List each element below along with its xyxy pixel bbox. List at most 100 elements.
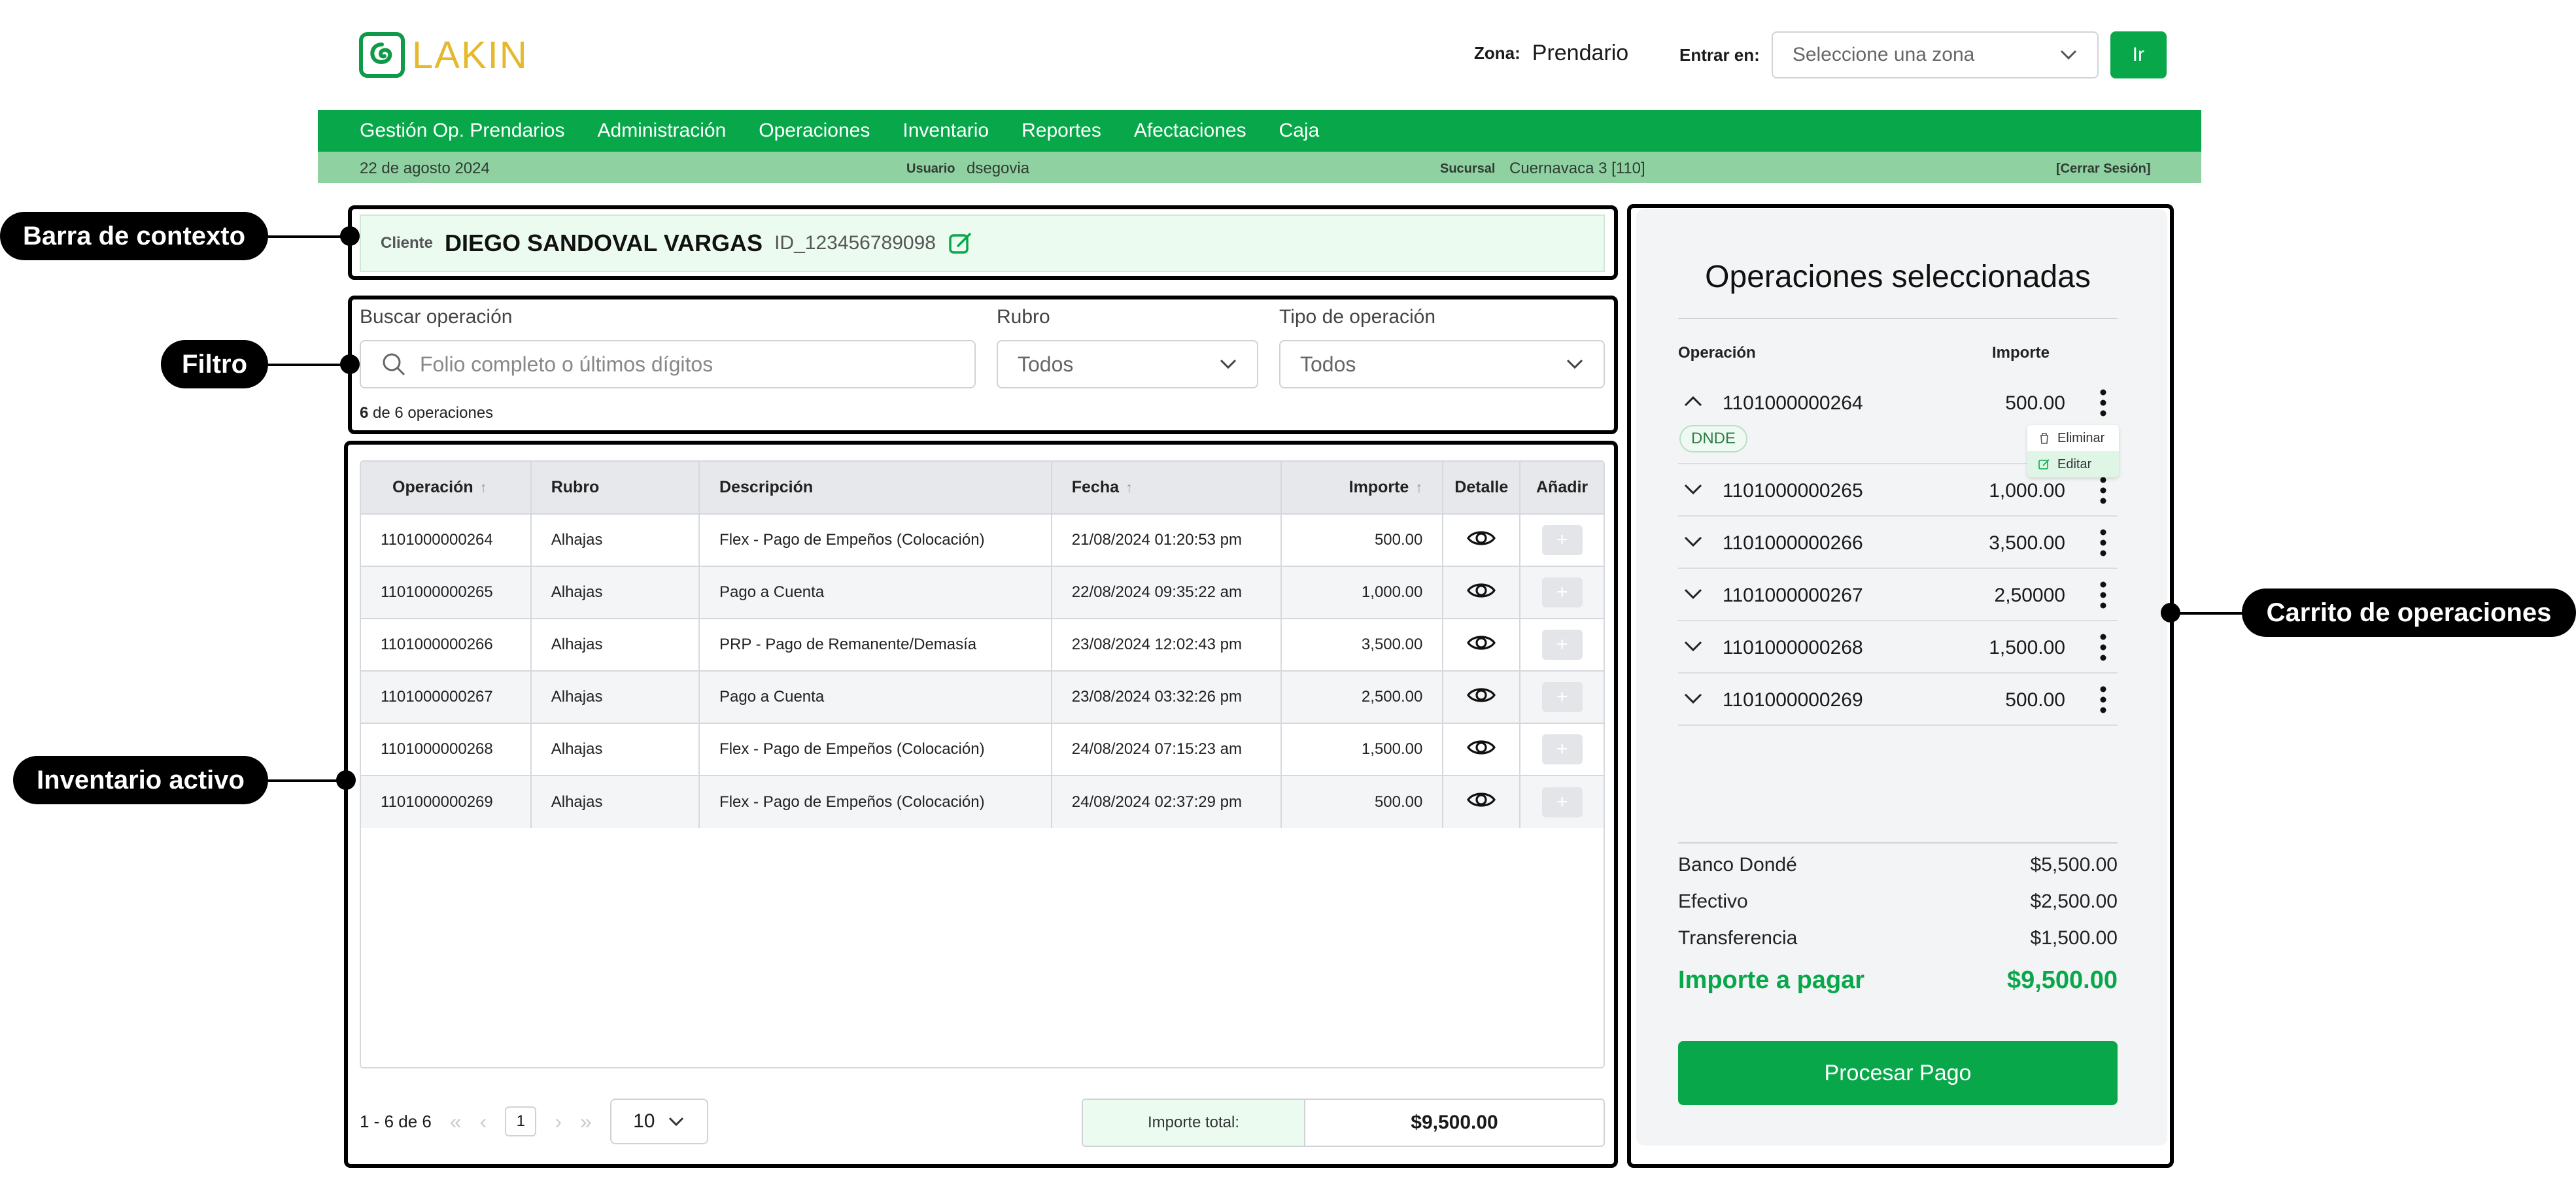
process-payment-button[interactable]: Procesar Pago bbox=[1678, 1041, 2118, 1105]
kebab-menu-icon[interactable] bbox=[2099, 581, 2107, 609]
go-button[interactable]: Ir bbox=[2110, 31, 2167, 78]
summary-value: $5,500.00 bbox=[2030, 854, 2118, 876]
cell-operacion: 1101000000268 bbox=[361, 723, 532, 776]
callout-line bbox=[268, 364, 349, 366]
kebab-menu-icon[interactable] bbox=[2099, 633, 2107, 662]
nav-item-reportes[interactable]: Reportes bbox=[1022, 120, 1101, 142]
cart-item-amount: 3,500.00 bbox=[1989, 532, 2065, 554]
eye-icon[interactable] bbox=[1466, 679, 1497, 711]
nav-item-caja[interactable]: Caja bbox=[1279, 120, 1320, 142]
first-page-icon[interactable]: « bbox=[450, 1110, 462, 1134]
prev-page-icon[interactable]: ‹ bbox=[480, 1110, 487, 1134]
last-page-icon[interactable]: » bbox=[580, 1110, 592, 1134]
cart-item-operation: 1101000000269 bbox=[1723, 689, 1863, 711]
chevron-down-icon[interactable] bbox=[1683, 688, 1703, 708]
col-importe[interactable]: Importe ↑ bbox=[1280, 462, 1444, 514]
chevron-down-icon[interactable] bbox=[1683, 636, 1703, 655]
cart-item-amount: 1,500.00 bbox=[1989, 637, 2065, 658]
dnde-tag: DNDE bbox=[1679, 425, 1748, 452]
sort-arrow-icon: ↑ bbox=[1125, 479, 1133, 496]
amount-due: Importe a pagar $9,500.00 bbox=[1678, 966, 2118, 995]
summary-divider bbox=[1678, 842, 2118, 844]
eye-icon[interactable] bbox=[1466, 575, 1497, 606]
col-descripcion: Descripción bbox=[699, 462, 1052, 514]
chevron-down-icon[interactable] bbox=[1683, 479, 1703, 498]
search-icon bbox=[383, 353, 405, 376]
eye-icon[interactable] bbox=[1466, 522, 1497, 554]
cell-rubro: Alhajas bbox=[530, 513, 700, 566]
col-fecha[interactable]: Fecha ↑ bbox=[1051, 462, 1282, 514]
eye-icon[interactable] bbox=[1466, 627, 1497, 658]
cell-detalle bbox=[1443, 513, 1521, 566]
callout-filter: Filtro bbox=[161, 340, 268, 388]
cell-importe: 500.00 bbox=[1280, 775, 1444, 828]
cell-fecha: 21/08/2024 01:20:53 pm bbox=[1051, 513, 1282, 566]
menu-item-delete[interactable]: Eliminar bbox=[2027, 425, 2119, 451]
zone-select-placeholder: Seleccione una zona bbox=[1792, 44, 1975, 65]
search-input[interactable]: Folio completo o últimos dígitos bbox=[360, 340, 976, 388]
col-detalle: Detalle bbox=[1443, 462, 1521, 514]
add-button[interactable]: + bbox=[1541, 525, 1583, 555]
logout-link[interactable]: [Cerrar Sesión] bbox=[2056, 162, 2151, 177]
search-label: Buscar operación bbox=[360, 306, 513, 328]
nav-item-afectaciones[interactable]: Afectaciones bbox=[1134, 120, 1246, 142]
nav-item-operaciones[interactable]: Operaciones bbox=[759, 120, 870, 142]
session-bar: 22 de agosto 2024 Usuario dsegovia Sucur… bbox=[318, 152, 2201, 183]
table-row: 1101000000267 Alhajas Pago a Cuenta 23/08/2… bbox=[361, 670, 1604, 723]
page-size-select[interactable]: 10 bbox=[610, 1099, 708, 1144]
eye-icon[interactable] bbox=[1466, 732, 1497, 763]
edit-icon bbox=[2038, 459, 2050, 469]
pagination: 1 - 6 de 6 « ‹ 1 › » 10 bbox=[360, 1099, 708, 1144]
kebab-menu-icon[interactable] bbox=[2099, 685, 2107, 714]
col-rubro: Rubro bbox=[530, 462, 700, 514]
cart-item-amount: 1,000.00 bbox=[1989, 480, 2065, 502]
add-button[interactable]: + bbox=[1541, 630, 1583, 660]
kebab-menu-icon[interactable] bbox=[2099, 388, 2107, 417]
chevron-up-icon[interactable] bbox=[1683, 391, 1703, 411]
add-button[interactable]: + bbox=[1541, 577, 1583, 607]
nav-item-administracion[interactable]: Administración bbox=[598, 120, 727, 142]
cart-item-operation: 1101000000265 bbox=[1723, 480, 1863, 502]
nav-item-gestion[interactable]: Gestión Op. Prendarios bbox=[360, 120, 565, 142]
cart-item: 1101000000267 2,50000 bbox=[1678, 569, 2118, 621]
summary-label: Efectivo bbox=[1678, 891, 1748, 912]
chevron-down-icon bbox=[1566, 359, 1583, 369]
cell-detalle bbox=[1443, 723, 1521, 776]
chevron-down-icon bbox=[669, 1117, 684, 1127]
nav-item-inventario[interactable]: Inventario bbox=[902, 120, 989, 142]
tipo-value: Todos bbox=[1300, 352, 1356, 376]
zone-select[interactable]: Seleccione una zona bbox=[1771, 31, 2099, 78]
add-button[interactable]: + bbox=[1541, 787, 1583, 817]
cell-anadir: + bbox=[1520, 723, 1604, 776]
cell-anadir: + bbox=[1520, 670, 1604, 723]
add-button[interactable]: + bbox=[1541, 734, 1583, 764]
cart-item-operation: 1101000000266 bbox=[1723, 532, 1863, 554]
kebab-menu-icon[interactable] bbox=[2099, 476, 2107, 505]
page-number[interactable]: 1 bbox=[505, 1106, 537, 1136]
page-size-value: 10 bbox=[633, 1110, 655, 1132]
col-operacion[interactable]: Operación ↑ bbox=[361, 462, 532, 514]
eye-icon[interactable] bbox=[1466, 784, 1497, 815]
cart-col-importe: Importe bbox=[1992, 344, 2050, 362]
cell-detalle bbox=[1443, 670, 1521, 723]
rubro-select[interactable]: Todos bbox=[997, 340, 1258, 388]
callout-inventory: Inventario activo bbox=[13, 756, 268, 804]
amount-due-value: $9,500.00 bbox=[2006, 966, 2118, 994]
cell-rubro: Alhajas bbox=[530, 566, 700, 619]
chevron-down-icon[interactable] bbox=[1683, 531, 1703, 551]
chevron-down-icon[interactable] bbox=[1683, 583, 1703, 603]
total-value: $9,500.00 bbox=[1411, 1112, 1498, 1133]
edit-icon[interactable] bbox=[948, 230, 974, 256]
amount-due-label: Importe a pagar bbox=[1678, 966, 1865, 994]
add-button[interactable]: + bbox=[1541, 682, 1583, 712]
cell-rubro: Alhajas bbox=[530, 723, 700, 776]
cell-fecha: 23/08/2024 12:02:43 pm bbox=[1051, 618, 1282, 671]
menu-item-edit[interactable]: Editar bbox=[2027, 451, 2119, 477]
tipo-select[interactable]: Todos bbox=[1279, 340, 1605, 388]
next-page-icon[interactable]: › bbox=[555, 1110, 562, 1134]
cell-importe: 3,500.00 bbox=[1280, 618, 1444, 671]
kebab-menu-icon[interactable] bbox=[2099, 528, 2107, 557]
cell-fecha: 24/08/2024 07:15:23 am bbox=[1051, 723, 1282, 776]
summary-row-transferencia: Transferencia $1,500.00 bbox=[1678, 927, 2118, 949]
cell-importe: 1,500.00 bbox=[1280, 723, 1444, 776]
